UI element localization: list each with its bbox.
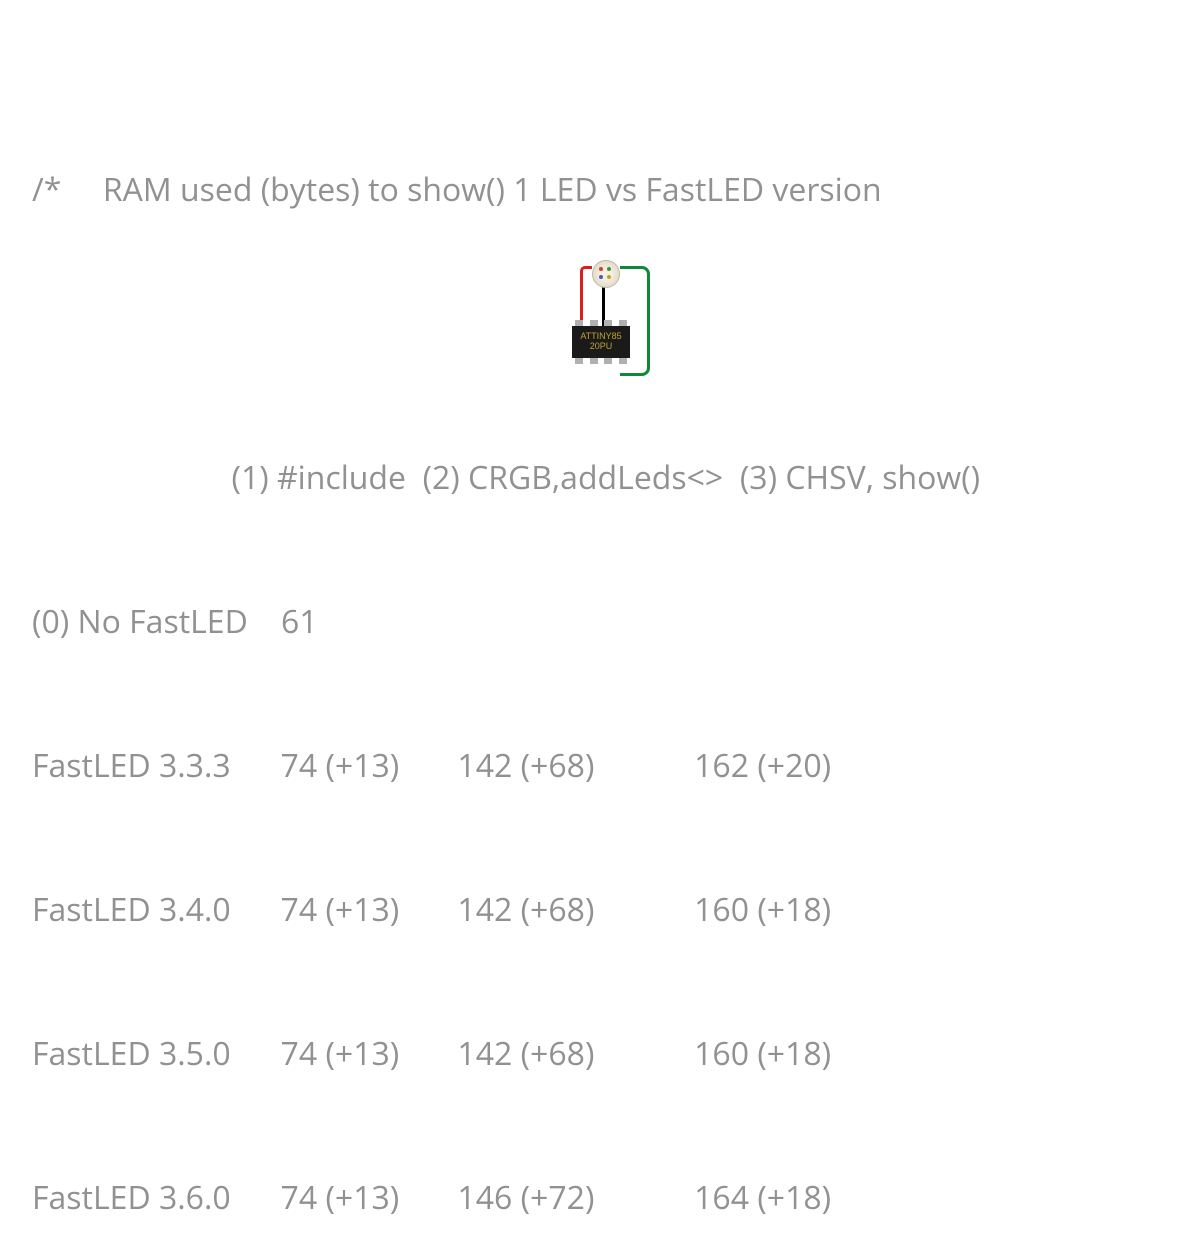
chip-pin bbox=[619, 358, 627, 364]
attiny-led-illustration: ATTINY85 20PU bbox=[572, 260, 652, 380]
led-dot-red bbox=[599, 267, 603, 271]
title-line: /* RAM used (bytes) to show() 1 LED vs F… bbox=[32, 166, 1168, 214]
led-dot-yellow bbox=[607, 275, 611, 279]
data-row: FastLED 3.4.0 74 (+13) 142 (+68) 160 (+1… bbox=[32, 886, 1168, 934]
data-row: FastLED 3.5.0 74 (+13) 142 (+68) 160 (+1… bbox=[32, 1030, 1168, 1078]
chip-pin bbox=[575, 358, 583, 364]
data-row: FastLED 3.3.3 74 (+13) 142 (+68) 162 (+2… bbox=[32, 742, 1168, 790]
data-row: FastLED 3.6.0 74 (+13) 146 (+72) 164 (+1… bbox=[32, 1174, 1168, 1222]
led-dot-green bbox=[607, 267, 611, 271]
code-comment-block: /* RAM used (bytes) to show() 1 LED vs F… bbox=[0, 0, 1200, 1260]
led-dot-blue bbox=[599, 275, 603, 279]
header-line: (1) #include (2) CRGB,addLeds<> (3) CHSV… bbox=[32, 454, 1168, 502]
wire-red bbox=[580, 266, 592, 326]
led-rgb-dots bbox=[599, 267, 613, 281]
attiny-chip: ATTINY85 20PU bbox=[572, 326, 630, 358]
chip-label-line2: 20PU bbox=[590, 342, 613, 352]
chip-pin bbox=[590, 358, 598, 364]
chip-pins-bottom bbox=[575, 358, 627, 364]
chip-pin bbox=[604, 358, 612, 364]
data-row: (0) No FastLED 61 bbox=[32, 598, 1168, 646]
